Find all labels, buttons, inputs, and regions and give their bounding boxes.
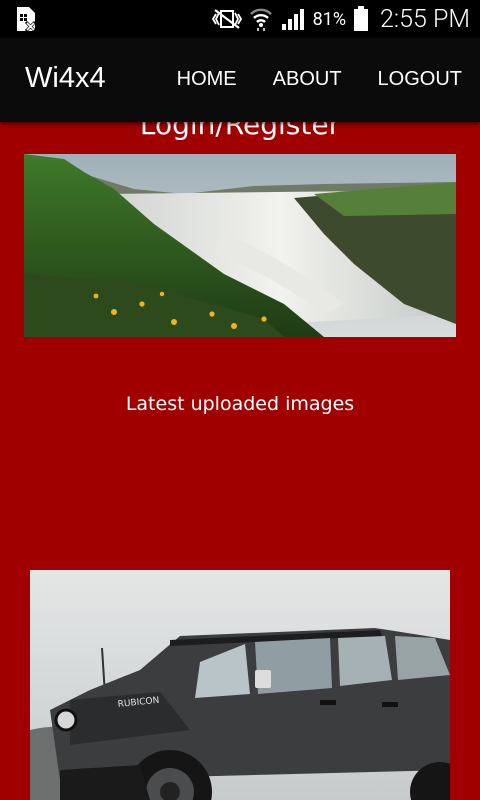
app-navbar: Wi4x4 HOME ABOUT LOGOUT: [0, 38, 480, 122]
wifi-icon: [249, 6, 273, 32]
nav-links: HOME ABOUT LOGOUT: [177, 68, 462, 91]
battery-icon: [353, 6, 369, 32]
nav-logout-link[interactable]: LOGOUT: [378, 68, 462, 91]
jeep-photo[interactable]: RUBICON: [30, 570, 450, 800]
sim-card-x-icon: [14, 6, 38, 36]
battery-percent: 81%: [312, 8, 347, 30]
nav-about-link[interactable]: ABOUT: [273, 68, 342, 91]
latest-images-heading: Latest uploaded images: [125, 393, 355, 415]
waterfall-hero-image: [24, 154, 456, 337]
brand-logo-text[interactable]: Wi4x4: [25, 62, 106, 95]
nav-home-link[interactable]: HOME: [177, 68, 237, 91]
status-bar: 81% 2:55 PM: [0, 0, 480, 38]
clock-time: 2:55 PM: [380, 4, 470, 34]
mute-vibrate-icon: [211, 8, 242, 30]
cell-signal-icon: [280, 7, 306, 31]
